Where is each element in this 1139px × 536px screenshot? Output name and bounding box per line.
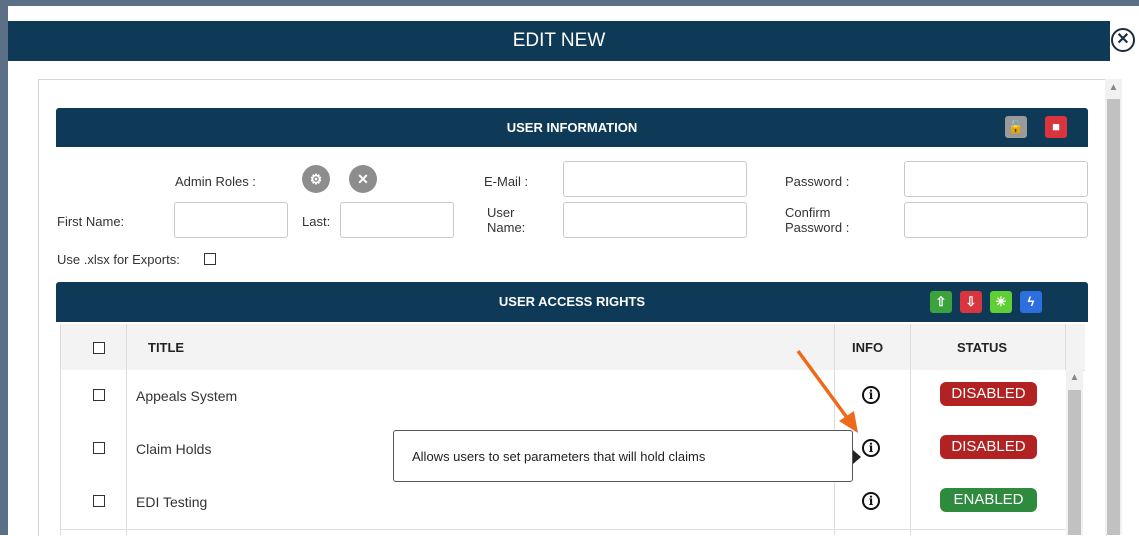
password-field[interactable] (904, 161, 1088, 197)
screenshot-frame: EDIT NEW ✕ ▲ USER INFORMATION 🔓 ■ Admin … (0, 0, 1139, 536)
password-label: Password : (785, 174, 850, 189)
user-name-label-line2: Name: (487, 220, 526, 235)
select-all-checkbox[interactable] (93, 342, 105, 354)
column-header-status[interactable]: STATUS (957, 340, 1007, 355)
download-icon[interactable]: ⇩ (960, 291, 982, 313)
confirm-password-label-line2: Password : (785, 220, 850, 235)
user-name-label-line1: User (487, 205, 515, 220)
column-divider (1065, 324, 1066, 370)
window-border-top (0, 0, 1139, 6)
confirm-password-label-line1: Confirm (785, 205, 831, 220)
scroll-up-icon[interactable]: ▲ (1066, 370, 1083, 386)
last-name-field[interactable] (340, 202, 454, 238)
first-name-label: First Name: (57, 214, 125, 229)
user-name-field[interactable] (563, 202, 747, 238)
confirm-password-field[interactable] (904, 202, 1088, 238)
table-header-row (60, 324, 1085, 371)
xlsx-export-checkbox[interactable] (204, 253, 216, 265)
tooltip-pointer (853, 450, 861, 464)
last-name-label: Last: (302, 214, 331, 229)
annotation-arrow-icon (796, 349, 858, 433)
tools-icon[interactable]: ✕ (349, 165, 377, 193)
scrollbar-thumb[interactable] (1068, 390, 1081, 535)
info-icon[interactable]: i (862, 439, 880, 457)
scrollbar-thumb[interactable] (1107, 99, 1120, 535)
status-badge-enabled[interactable]: ENABLED (940, 488, 1037, 512)
email-label: E-Mail : (484, 174, 529, 189)
row-title-claim-holds: Claim Holds (136, 441, 212, 457)
info-tooltip: Allows users to set parameters that will… (393, 430, 853, 482)
lightning-icon[interactable]: ϟ (1020, 291, 1042, 313)
row-checkbox-claim-holds[interactable] (93, 442, 105, 454)
info-icon[interactable]: i (862, 492, 880, 510)
window-border-left (0, 0, 8, 535)
user-information-header: USER INFORMATION 🔓 ■ (56, 108, 1088, 147)
status-badge-disabled[interactable]: DISABLED (940, 382, 1037, 406)
unlock-icon[interactable]: 🔓 (1005, 116, 1027, 138)
row-checkbox-edi-testing[interactable] (93, 495, 105, 507)
save-icon[interactable]: ■ (1045, 116, 1067, 138)
row-title-edi-testing: EDI Testing (136, 494, 208, 510)
scroll-up-icon[interactable]: ▲ (1105, 81, 1122, 95)
modal-title: EDIT NEW (8, 21, 1110, 61)
column-divider (126, 324, 127, 535)
user-information-title: USER INFORMATION (506, 120, 638, 135)
column-divider (910, 324, 911, 535)
table-scrollbar[interactable]: ▲ (1066, 370, 1083, 535)
main-scrollbar[interactable]: ▲ (1105, 79, 1122, 535)
user-access-rights-header: USER ACCESS RIGHTS ⇧ ⇩ ✳ ϟ (56, 282, 1088, 322)
admin-roles-label: Admin Roles : (175, 174, 256, 189)
close-button[interactable]: ✕ (1111, 28, 1135, 52)
email-field[interactable] (563, 161, 747, 197)
status-badge-disabled[interactable]: DISABLED (940, 435, 1037, 459)
admin-role-icon[interactable]: ⚙ (302, 165, 330, 193)
row-checkbox-appeals-system[interactable] (93, 389, 105, 401)
row-title-appeals-system: Appeals System (136, 388, 238, 404)
user-access-rights-title: USER ACCESS RIGHTS (498, 294, 646, 309)
table-row[interactable] (60, 476, 1066, 530)
xlsx-export-label: Use .xlsx for Exports: (57, 252, 180, 267)
magic-wand-icon[interactable]: ✳ (990, 291, 1012, 313)
close-icon: ✕ (1116, 31, 1130, 48)
first-name-field[interactable] (174, 202, 288, 238)
table-border-left (60, 324, 61, 535)
upload-icon[interactable]: ⇧ (930, 291, 952, 313)
column-header-title[interactable]: TITLE (148, 340, 184, 355)
